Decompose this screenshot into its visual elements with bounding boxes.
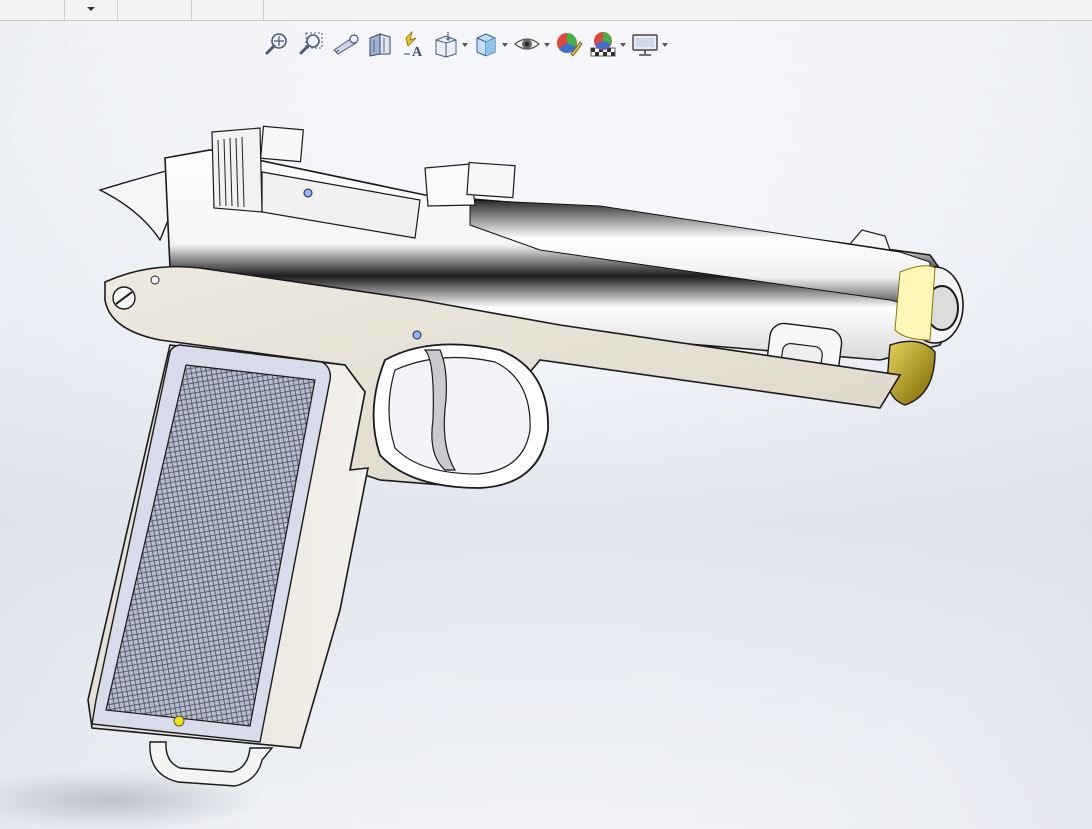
lanyard-loop[interactable]: [149, 741, 274, 787]
pistol-model[interactable]: [0, 21, 1092, 829]
muzzle-gold-ring: [894, 265, 936, 341]
lower-bore: [886, 340, 936, 406]
tab-dropdown-label: [65, 0, 117, 6]
frame-pin-rear: [150, 275, 160, 285]
trigger-guard-inner: [388, 356, 531, 475]
slide-pin-blue: [303, 188, 313, 198]
tab-segment-2-label: [118, 0, 191, 6]
tab-segment-3[interactable]: [192, 0, 264, 20]
tab-segment-3-label: [192, 0, 263, 6]
clip-guide-top: [466, 161, 516, 199]
chevron-down-icon[interactable]: [87, 7, 95, 11]
rear-sight-notch: [260, 125, 304, 163]
frame-pin-blue: [412, 330, 422, 340]
tab-dropdown-segment[interactable]: [64, 0, 118, 20]
graphics-area[interactable]: A: [0, 21, 1092, 829]
tab-segment-2[interactable]: [118, 0, 192, 20]
document-tab-strip: [0, 0, 1092, 21]
grip-screw: [173, 715, 185, 727]
